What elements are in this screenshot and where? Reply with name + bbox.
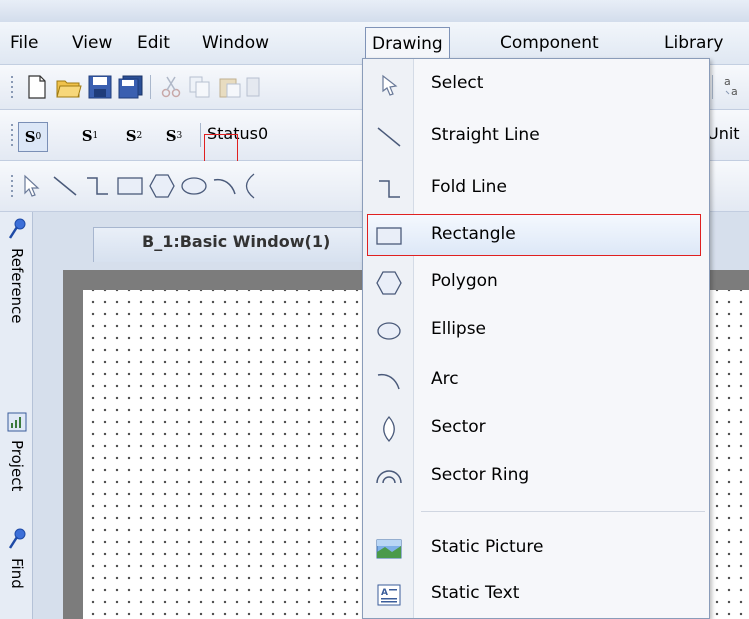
menu-item-label: Select bbox=[431, 73, 484, 93]
fold-line-icon bbox=[375, 175, 403, 203]
menu-item-label: Fold Line bbox=[431, 177, 507, 197]
paste-icon[interactable] bbox=[218, 75, 242, 99]
menu-item-label: Sector Ring bbox=[431, 465, 530, 485]
state-0-button[interactable]: S0 bbox=[18, 122, 48, 152]
drawing-menu: Select Straight Line Fold Line Rectangle… bbox=[362, 58, 710, 619]
arc-icon bbox=[375, 367, 403, 395]
tab-find[interactable]: Find bbox=[4, 528, 30, 589]
menu-item-label: Polygon bbox=[431, 271, 498, 291]
menu-item-straight-line[interactable]: Straight Line bbox=[363, 115, 709, 159]
menu-view[interactable]: View bbox=[66, 27, 118, 59]
project-icon bbox=[7, 412, 27, 436]
copy-icon[interactable] bbox=[188, 75, 212, 99]
toolbar-separator bbox=[150, 75, 152, 99]
menu-library[interactable]: Library bbox=[658, 27, 729, 59]
menu-item-label: Rectangle bbox=[431, 224, 516, 244]
line-icon bbox=[375, 123, 403, 151]
select-cursor-icon[interactable] bbox=[20, 174, 44, 198]
menu-item-label: Static Text bbox=[431, 583, 520, 603]
toolbar-grip-icon bbox=[10, 123, 14, 147]
text-icon: A bbox=[375, 581, 403, 609]
menu-edit[interactable]: Edit bbox=[131, 27, 176, 59]
menu-item-static-text[interactable]: A Static Text bbox=[363, 573, 709, 617]
menu-item-label: Sector bbox=[431, 417, 486, 437]
menu-item-select[interactable]: Select bbox=[363, 63, 709, 107]
tab-reference[interactable]: Reference bbox=[4, 218, 30, 324]
sector-icon[interactable] bbox=[242, 172, 258, 200]
menu-item-polygon[interactable]: Polygon bbox=[363, 261, 709, 305]
tab-basic-window[interactable]: B_1:Basic Window(1) bbox=[93, 227, 400, 262]
arc-icon[interactable] bbox=[212, 174, 238, 198]
sector-icon bbox=[375, 415, 403, 443]
toolbar-separator bbox=[200, 123, 202, 147]
toolbar-grip-icon bbox=[10, 75, 14, 99]
pin-icon bbox=[7, 218, 27, 244]
menu-item-label: Arc bbox=[431, 369, 459, 389]
open-folder-icon[interactable] bbox=[56, 75, 82, 99]
svg-text:a: a bbox=[724, 75, 731, 88]
state-2-button[interactable]: S2 bbox=[120, 122, 148, 150]
left-dock-panel: Reference Project Find bbox=[0, 212, 33, 619]
toolbar-separator bbox=[712, 75, 714, 99]
menu-component[interactable]: Component bbox=[494, 27, 605, 59]
ellipse-icon[interactable] bbox=[180, 174, 208, 198]
unit-label: Unit bbox=[707, 124, 740, 143]
menu-item-fold-line[interactable]: Fold Line bbox=[363, 167, 709, 211]
menu-item-arc[interactable]: Arc bbox=[363, 359, 709, 403]
new-file-icon[interactable] bbox=[26, 75, 48, 99]
document-tab-title: B_1:Basic Window(1) bbox=[142, 232, 331, 251]
save-icon[interactable] bbox=[88, 75, 112, 99]
state-3-button[interactable]: S3 bbox=[160, 122, 188, 150]
toolbar-grip-icon bbox=[10, 174, 14, 198]
text-format-icon[interactable]: aa bbox=[722, 73, 746, 101]
save-all-icon[interactable] bbox=[118, 75, 144, 99]
menu-item-ellipse[interactable]: Ellipse bbox=[363, 309, 709, 353]
state-1-button[interactable]: S1 bbox=[76, 122, 104, 150]
ellipse-icon bbox=[375, 317, 403, 345]
tab-project[interactable]: Project bbox=[4, 412, 30, 491]
menu-item-sector[interactable]: Sector bbox=[363, 407, 709, 451]
tab-reference-label: Reference bbox=[8, 248, 26, 324]
menu-separator bbox=[421, 511, 705, 512]
cursor-icon bbox=[375, 71, 403, 99]
polygon-icon[interactable] bbox=[148, 172, 176, 200]
svg-text:a: a bbox=[731, 85, 738, 98]
cut-icon[interactable] bbox=[160, 75, 182, 99]
straight-line-icon[interactable] bbox=[52, 174, 78, 198]
rectangle-icon bbox=[375, 222, 403, 250]
svg-text:A: A bbox=[381, 588, 388, 598]
pin-icon bbox=[7, 528, 27, 554]
toolbar-clipped-icon[interactable] bbox=[246, 75, 260, 99]
menu-item-static-picture[interactable]: Static Picture bbox=[363, 527, 709, 571]
title-bar bbox=[0, 0, 749, 23]
menu-item-rectangle[interactable]: Rectangle bbox=[363, 214, 709, 258]
tab-project-label: Project bbox=[8, 440, 26, 492]
menu-item-label: Static Picture bbox=[431, 537, 544, 557]
menu-file[interactable]: File bbox=[4, 27, 44, 59]
menu-item-sector-ring[interactable]: Sector Ring bbox=[363, 455, 709, 499]
menu-item-label: Straight Line bbox=[431, 125, 540, 145]
picture-icon bbox=[375, 535, 403, 563]
menu-drawing[interactable]: Drawing bbox=[365, 27, 450, 60]
sector-ring-icon bbox=[375, 463, 403, 491]
menu-item-label: Ellipse bbox=[431, 319, 487, 339]
highlight-box bbox=[367, 214, 701, 256]
rectangle-icon[interactable] bbox=[116, 174, 144, 198]
tab-find-label: Find bbox=[8, 558, 26, 589]
polygon-icon bbox=[375, 269, 403, 297]
menu-window[interactable]: Window bbox=[196, 27, 275, 59]
fold-line-icon[interactable] bbox=[84, 174, 110, 198]
